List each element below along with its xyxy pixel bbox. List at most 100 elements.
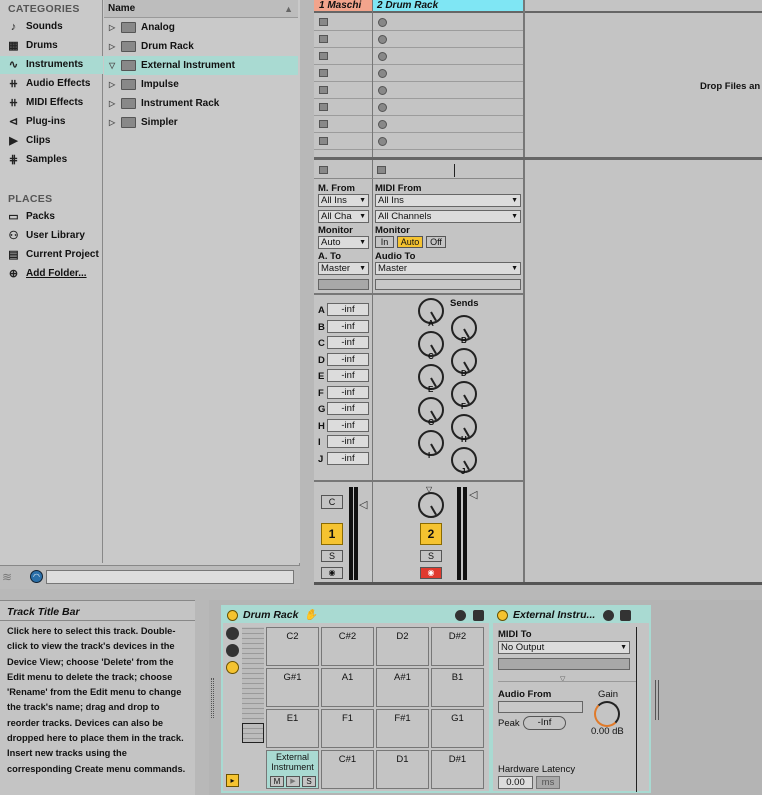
volume-arrow-icon[interactable]: ◁ bbox=[469, 488, 477, 501]
drum-pad[interactable]: G#1 bbox=[266, 668, 319, 707]
record-dot-icon[interactable] bbox=[378, 69, 387, 78]
clip-slot[interactable] bbox=[314, 133, 372, 150]
expand-triangle-icon[interactable]: ▷ bbox=[109, 113, 115, 132]
stop-square-icon[interactable] bbox=[319, 35, 328, 43]
track-1-title-bar[interactable]: 1 Maschi bbox=[314, 0, 372, 11]
clip-slot[interactable] bbox=[373, 31, 523, 48]
category-midi-effects[interactable]: ⧺ MIDI Effects bbox=[0, 94, 103, 112]
audio-to-sub-field[interactable] bbox=[318, 279, 369, 290]
pan-center-button[interactable]: C bbox=[321, 495, 343, 509]
clip-slot[interactable] bbox=[314, 99, 372, 116]
latency-value[interactable]: 0.00 bbox=[498, 776, 533, 789]
drum-pad[interactable]: C2 bbox=[266, 627, 319, 666]
browser-item[interactable]: ▷ Impulse bbox=[104, 75, 298, 94]
browser-item[interactable]: ▷ Analog bbox=[104, 18, 298, 37]
browser-item[interactable]: ▽ External Instrument bbox=[104, 56, 298, 75]
clip-slot[interactable] bbox=[373, 14, 523, 31]
chain-view-icon[interactable] bbox=[226, 627, 239, 640]
record-dot-icon[interactable] bbox=[378, 35, 387, 44]
grip-handle[interactable] bbox=[211, 678, 214, 718]
drum-rack-title-bar[interactable]: Drum Rack ✋ bbox=[223, 607, 489, 623]
clip-slot[interactable] bbox=[314, 48, 372, 65]
midi-from-dropdown[interactable]: All Ins bbox=[318, 194, 369, 207]
gain-knob[interactable] bbox=[594, 701, 620, 727]
pan-knob[interactable] bbox=[418, 492, 444, 518]
clip-slot[interactable] bbox=[314, 31, 372, 48]
expand-triangle-icon[interactable]: ▷ bbox=[109, 94, 115, 113]
drum-pad[interactable]: F#1 bbox=[376, 709, 429, 748]
drum-pad[interactable]: C#2 bbox=[321, 627, 374, 666]
audio-from-field[interactable] bbox=[498, 701, 583, 713]
track-1-activator[interactable]: 1 bbox=[321, 523, 343, 545]
device-scroll-handle[interactable] bbox=[655, 680, 659, 720]
send-value[interactable]: -inf bbox=[327, 352, 369, 366]
hotswap-icon[interactable] bbox=[603, 610, 614, 621]
send-value[interactable]: -inf bbox=[327, 369, 369, 382]
midi-from-dropdown[interactable]: All Ins bbox=[375, 194, 521, 207]
drum-pad[interactable]: D#1 bbox=[431, 750, 484, 789]
pad-play-button[interactable]: ▶ bbox=[286, 776, 300, 787]
category-sounds[interactable]: ♪ Sounds bbox=[0, 18, 103, 36]
clip-slot[interactable] bbox=[373, 65, 523, 82]
send-value[interactable]: -inf bbox=[327, 418, 369, 432]
send-i-knob[interactable] bbox=[418, 430, 444, 456]
clip-slot[interactable] bbox=[373, 82, 523, 99]
monitor-off-button[interactable]: Off bbox=[426, 236, 446, 248]
expand-triangle-icon[interactable]: ▷ bbox=[109, 37, 115, 56]
external-instrument-title-bar[interactable]: External Instru... bbox=[493, 607, 649, 623]
record-dot-icon[interactable] bbox=[378, 52, 387, 61]
arm-button-active[interactable]: ◉ bbox=[420, 567, 442, 579]
monitor-dropdown[interactable]: Auto bbox=[318, 236, 369, 249]
audio-to-dropdown[interactable]: Master bbox=[375, 262, 521, 275]
stop-square-icon[interactable] bbox=[319, 52, 328, 60]
drum-pad[interactable]: D1 bbox=[376, 750, 429, 789]
stop-square-icon[interactable] bbox=[377, 166, 386, 174]
browser-search-input[interactable] bbox=[46, 570, 294, 584]
drum-pad[interactable]: D2 bbox=[376, 627, 429, 666]
peak-value[interactable]: -Inf bbox=[523, 716, 566, 730]
drum-pad[interactable]: F1 bbox=[321, 709, 374, 748]
pad-mute-button[interactable]: M bbox=[270, 776, 284, 787]
stop-square-icon[interactable] bbox=[319, 137, 328, 145]
midi-to-channel-field[interactable] bbox=[498, 658, 630, 670]
expand-triangle-icon[interactable]: ▷ bbox=[109, 75, 115, 94]
track-2-title-bar[interactable]: 2 Drum Rack bbox=[372, 0, 523, 11]
track-2-activator[interactable]: 2 bbox=[420, 523, 442, 545]
stop-square-icon[interactable] bbox=[319, 69, 328, 77]
headphones-preview-icon[interactable]: ◠ bbox=[30, 570, 43, 583]
stop-square-icon[interactable] bbox=[319, 120, 328, 128]
browser-item[interactable]: ▷ Drum Rack bbox=[104, 37, 298, 56]
category-plugins[interactable]: ⊲ Plug-ins bbox=[0, 113, 103, 131]
clip-slot[interactable] bbox=[314, 82, 372, 99]
record-dot-icon[interactable] bbox=[378, 18, 387, 27]
send-value[interactable]: -inf bbox=[327, 402, 369, 415]
midi-channel-dropdown[interactable]: All Channels bbox=[375, 210, 521, 223]
solo-button[interactable]: S bbox=[321, 550, 343, 562]
clip-slot[interactable] bbox=[373, 116, 523, 133]
collapse-triangle-icon[interactable]: ▽ bbox=[109, 56, 115, 75]
send-value[interactable]: -inf bbox=[327, 303, 369, 316]
drum-pad[interactable]: A1 bbox=[321, 668, 374, 707]
record-dot-icon[interactable] bbox=[378, 137, 387, 146]
clip-slot[interactable] bbox=[314, 14, 372, 31]
place-current-project[interactable]: ▤ Current Project bbox=[0, 246, 103, 264]
record-dot-icon[interactable] bbox=[378, 86, 387, 95]
drum-pad[interactable]: B1 bbox=[431, 668, 484, 707]
monitor-auto-button[interactable]: Auto bbox=[397, 236, 423, 248]
monitor-in-button[interactable]: In bbox=[375, 236, 394, 248]
place-user-library[interactable]: ⚇ User Library bbox=[0, 227, 103, 245]
drum-pad[interactable]: G1 bbox=[431, 709, 484, 748]
io-view-icon[interactable] bbox=[226, 644, 239, 657]
send-value[interactable]: -inf bbox=[327, 435, 369, 448]
add-folder-link[interactable]: ⊕ Add Folder... bbox=[0, 265, 103, 283]
pad-overview-selection[interactable] bbox=[242, 723, 264, 743]
category-audio-effects[interactable]: ⧺ Audio Effects bbox=[0, 75, 103, 93]
browser-item[interactable]: ▷ Instrument Rack bbox=[104, 94, 298, 113]
clip-slot[interactable] bbox=[373, 99, 523, 116]
midi-channel-dropdown[interactable]: All Cha bbox=[318, 210, 369, 223]
pad-solo-button[interactable]: S bbox=[302, 776, 316, 787]
stop-square-icon[interactable] bbox=[319, 166, 328, 174]
clip-slot[interactable] bbox=[373, 48, 523, 65]
drum-pad[interactable]: A#1 bbox=[376, 668, 429, 707]
solo-button[interactable]: S bbox=[420, 550, 442, 562]
